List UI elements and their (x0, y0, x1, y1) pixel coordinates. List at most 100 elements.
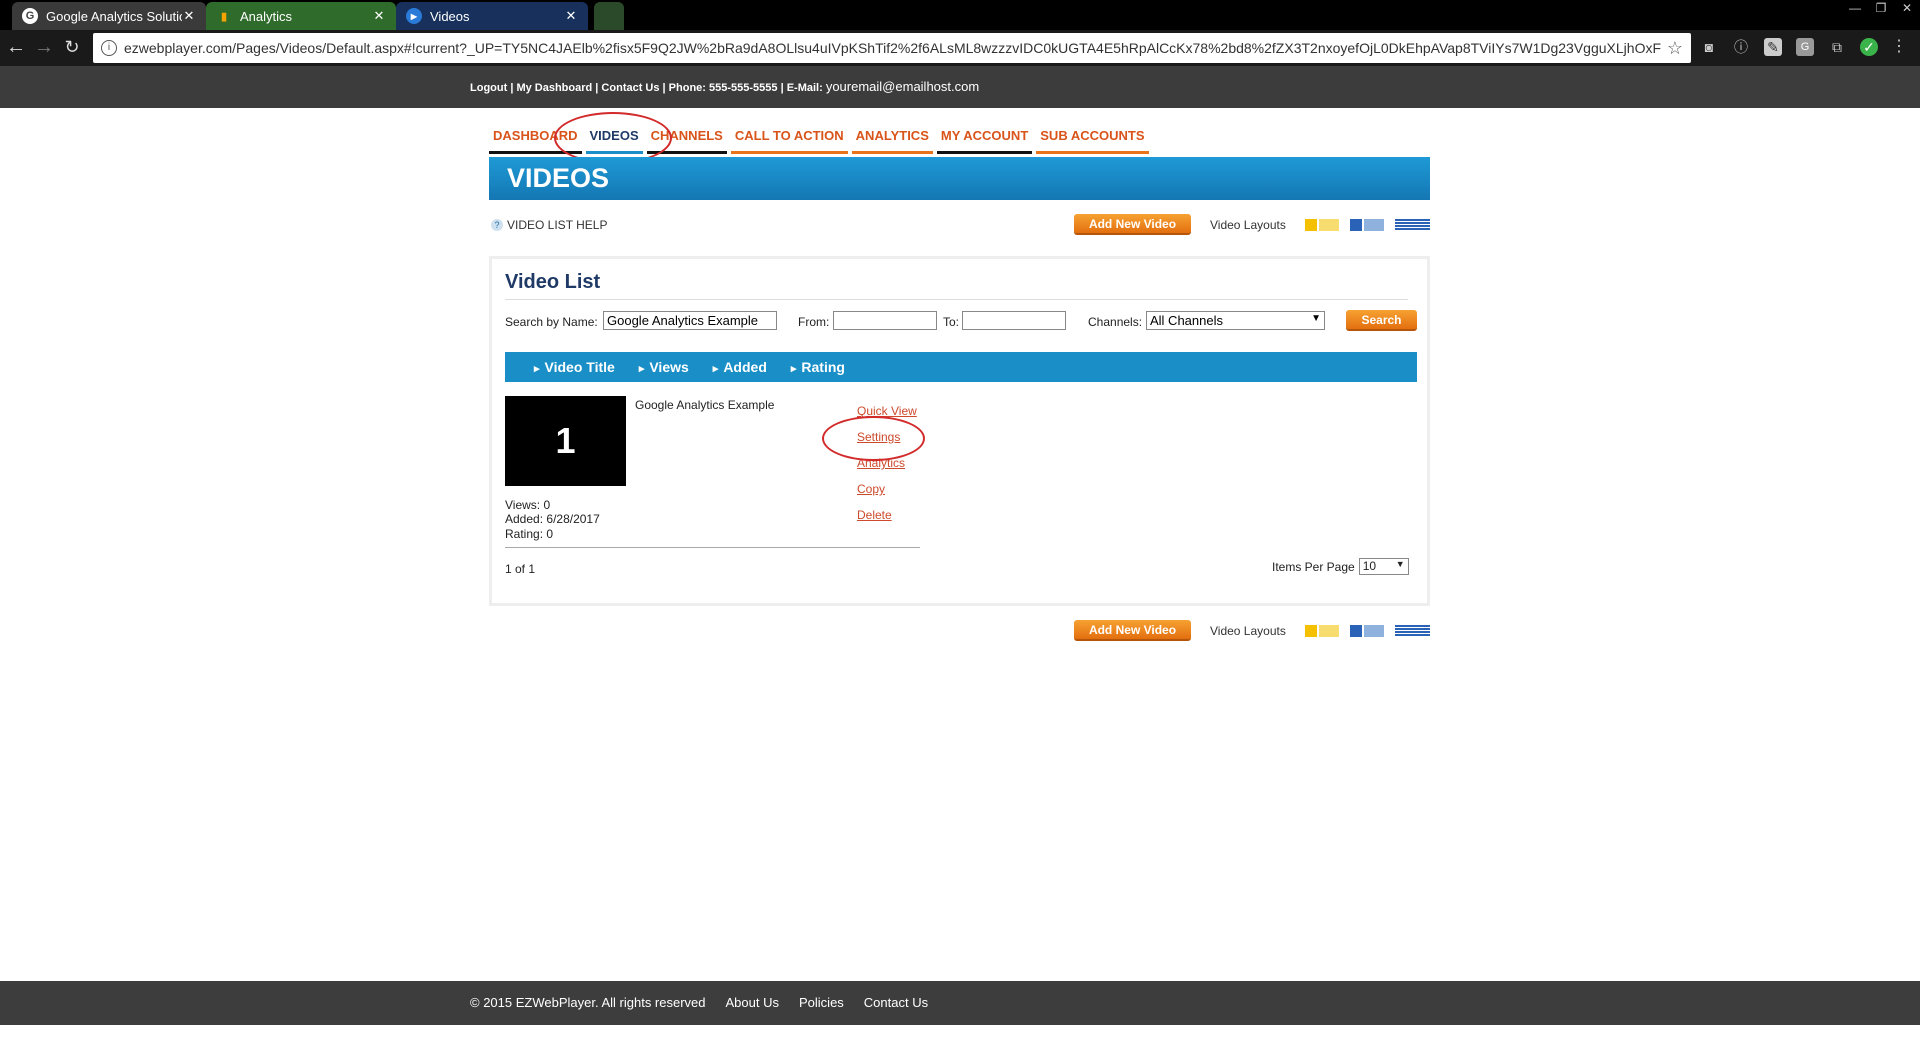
google-icon: G (22, 8, 38, 24)
dropdown-arrow-icon: ▼ (1395, 559, 1405, 569)
video-added: Added: 6/28/2017 (505, 512, 600, 526)
url-text: ezwebplayer.com/Pages/Videos/Default.asp… (124, 40, 1661, 56)
video-thumbnail[interactable]: 1 (505, 396, 626, 486)
close-icon[interactable]: ✕ (182, 8, 196, 24)
nav-sub-accounts[interactable]: SUB ACCOUNTS (1036, 126, 1149, 154)
sort-video-title[interactable]: Video Title (534, 359, 615, 375)
window-controls: — ❐ ✕ (1842, 0, 1920, 18)
from-date-input[interactable] (833, 311, 937, 330)
skype-icon[interactable]: ⧉ (1828, 38, 1846, 56)
browser-toolbar: ← → ↻ i ezwebplayer.com/Pages/Videos/Def… (0, 30, 1920, 66)
from-label: From: (798, 315, 830, 329)
evernote-icon[interactable]: ✓ (1860, 38, 1878, 56)
bookmark-star-icon[interactable]: ☆ (1667, 38, 1683, 59)
nav-analytics[interactable]: ANALYTICS (851, 126, 933, 154)
delete-link[interactable]: Delete (857, 508, 892, 522)
layout-list-icon[interactable] (1350, 219, 1384, 231)
copyright: © 2015 EZWebPlayer. All rights reserved (470, 995, 706, 1010)
browser-tab-bar: G Google Analytics Solutio ✕ ▮ Analytics… (0, 0, 1920, 30)
rating-label: Rating: (505, 527, 544, 541)
help-label: VIDEO LIST HELP (507, 218, 608, 232)
utility-links[interactable]: Logout | My Dashboard | Contact Us | Pho… (470, 79, 979, 94)
browser-tab-analytics[interactable]: ▮ Analytics ✕ (206, 2, 396, 30)
copy-link[interactable]: Copy (857, 482, 885, 496)
forward-icon[interactable]: → (32, 34, 56, 60)
utility-links-text[interactable]: Logout | My Dashboard | Contact Us | Pho… (470, 82, 826, 94)
video-views: Views: 0 (505, 498, 550, 512)
views-value: 0 (543, 498, 551, 512)
added-value: 6/28/2017 (546, 512, 600, 526)
email-text: youremail@emailhost.com (825, 79, 980, 94)
about-us-link[interactable]: About Us (726, 995, 779, 1010)
help-icon: ? (491, 219, 503, 231)
channels-label: Channels: (1088, 315, 1143, 329)
video-rating: Rating: 0 (505, 527, 553, 541)
layout-compact-icon[interactable] (1395, 625, 1430, 637)
nav-my-account[interactable]: MY ACCOUNT (936, 126, 1033, 154)
items-per-page-label: Items Per Page (1272, 559, 1355, 574)
play-icon: ▶ (406, 8, 422, 24)
menu-icon[interactable]: ⋮ (1890, 38, 1908, 56)
tab-title: Videos (430, 8, 470, 24)
analytics-icon: ▮ (220, 10, 228, 23)
contact-us-link[interactable]: Contact Us (864, 995, 928, 1010)
extension-icon[interactable]: ✎ (1764, 38, 1782, 56)
search-by-name-label: Search by Name: (505, 315, 598, 329)
restore-icon[interactable]: ❐ (1868, 0, 1894, 18)
footer: © 2015 EZWebPlayer. All rights reserved … (0, 981, 1920, 1025)
divider (505, 299, 1408, 300)
utility-bar: Logout | My Dashboard | Contact Us | Pho… (0, 66, 1920, 108)
layout-grid-icon[interactable] (1305, 219, 1339, 231)
channels-select[interactable]: All Channels ▼ (1146, 311, 1325, 330)
info-circle-icon[interactable]: ⓘ (1732, 38, 1750, 56)
search-name-input[interactable]: Google Analytics Example (603, 311, 777, 330)
dropdown-arrow-icon: ▼ (1311, 313, 1321, 324)
close-icon[interactable]: ✕ (372, 8, 386, 24)
sort-views[interactable]: Views (639, 359, 688, 375)
items-per-page-value: 10 (1362, 559, 1377, 573)
tab-title: Google Analytics Solutio (46, 8, 182, 24)
list-header-bar: Video Title Views Added Rating (505, 352, 1417, 382)
video-list-help[interactable]: ? VIDEO LIST HELP (491, 218, 607, 232)
item-divider (505, 547, 920, 548)
to-date-input[interactable] (962, 311, 1066, 330)
rating-value: 0 (546, 527, 554, 541)
layout-list-icon[interactable] (1350, 625, 1384, 637)
sort-added[interactable]: Added (713, 359, 767, 375)
video-title: Google Analytics Example (635, 398, 775, 412)
video-list-heading: Video List (505, 271, 601, 293)
tab-title: Analytics (240, 8, 293, 24)
added-label: Added: (505, 512, 544, 526)
items-per-page-select[interactable]: 10 ▼ (1358, 558, 1409, 575)
add-new-video-button[interactable]: Add New Video (1074, 214, 1191, 235)
to-label: To: (943, 315, 960, 329)
extension-g-icon[interactable]: G (1796, 38, 1814, 56)
browser-tab-google-analytics[interactable]: G Google Analytics Solutio ✕ (12, 2, 206, 30)
browser-tab-videos[interactable]: ▶ Videos ✕ (396, 2, 588, 30)
layout-compact-icon[interactable] (1395, 219, 1430, 231)
annotation-circle-settings (822, 416, 925, 461)
nav-call-to-action[interactable]: CALL TO ACTION (730, 126, 848, 154)
items-per-page: Items Per Page 10 ▼ (1272, 558, 1409, 575)
views-label: Views: (505, 498, 541, 512)
layout-grid-icon[interactable] (1305, 625, 1339, 637)
minimize-icon[interactable]: — (1842, 0, 1868, 18)
add-new-video-button-bottom[interactable]: Add New Video (1074, 620, 1191, 641)
pagination: 1 of 1 (505, 562, 536, 576)
camera-icon[interactable]: ◙ (1700, 38, 1718, 56)
back-icon[interactable]: ← (4, 34, 28, 60)
page-title: VIDEOS (489, 157, 1430, 200)
sort-rating[interactable]: Rating (791, 359, 845, 375)
video-list-panel: Video List Search by Name: Google Analyt… (489, 256, 1430, 606)
video-layouts-label: Video Layouts (1210, 218, 1286, 232)
channels-selected-value: All Channels (1150, 313, 1223, 328)
address-bar[interactable]: i ezwebplayer.com/Pages/Videos/Default.a… (93, 33, 1691, 63)
new-tab-button[interactable] (594, 2, 624, 30)
info-icon[interactable]: i (101, 40, 117, 56)
close-window-icon[interactable]: ✕ (1894, 0, 1920, 18)
close-icon[interactable]: ✕ (564, 8, 578, 24)
policies-link[interactable]: Policies (799, 995, 844, 1010)
reload-icon[interactable]: ↻ (60, 34, 84, 60)
video-layouts-label-bottom: Video Layouts (1210, 624, 1286, 638)
search-button[interactable]: Search (1346, 310, 1417, 331)
